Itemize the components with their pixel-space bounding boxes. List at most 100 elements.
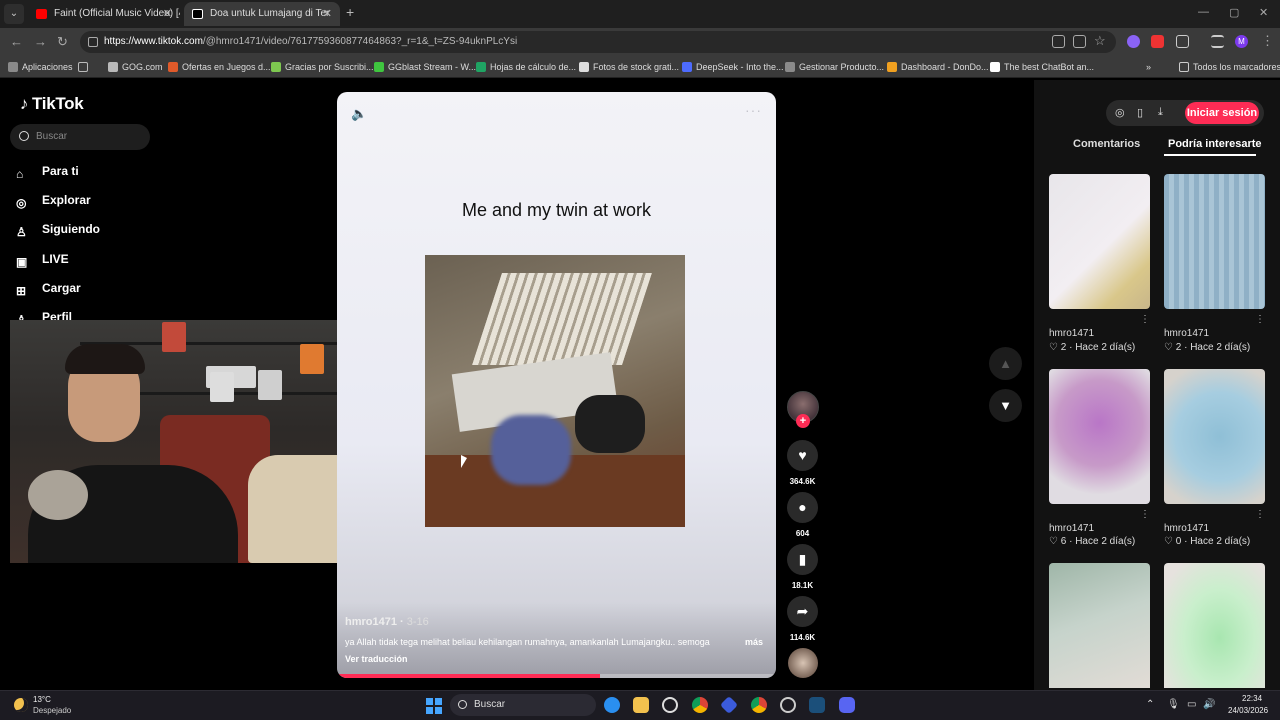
bookmark-item[interactable]: GGblast Stream - W... xyxy=(374,56,476,78)
edge-icon[interactable] xyxy=(604,697,620,713)
more-options-icon[interactable]: ⋮ xyxy=(1255,314,1265,325)
clock-date[interactable]: 24/03/2026 xyxy=(1228,706,1268,715)
windows-start-icon[interactable] xyxy=(426,698,442,714)
thumbnail-author[interactable]: hmro1471 xyxy=(1049,523,1094,534)
bookmark-item[interactable]: Hojas de cálculo de... xyxy=(476,56,576,78)
cast-icon[interactable] xyxy=(1073,35,1086,48)
sidebar-item-siguiendo[interactable]: ♙ Siguiendo xyxy=(16,219,100,239)
bookmark-item[interactable]: GOG.com xyxy=(108,56,163,78)
reload-icon[interactable]: ↻ xyxy=(57,34,68,50)
sidebar-item-cargar[interactable]: ⊞ Cargar xyxy=(16,278,81,298)
forward-icon[interactable]: → xyxy=(34,34,47,49)
suggested-video-thumbnail[interactable] xyxy=(1164,563,1265,688)
minimize-icon[interactable]: — xyxy=(1198,6,1209,18)
browser-menu-icon[interactable]: ⋮ xyxy=(1261,33,1274,49)
new-tab-button[interactable]: + xyxy=(346,4,354,20)
close-window-icon[interactable]: ✕ xyxy=(1259,6,1268,19)
tab-search-button[interactable]: ⌄ xyxy=(4,4,24,24)
coin-icon[interactable]: ◎ xyxy=(1115,106,1125,119)
chrome-profile-icon[interactable] xyxy=(751,697,767,713)
app-icon[interactable] xyxy=(662,697,678,713)
taskbar-search[interactable]: Buscar xyxy=(450,694,596,716)
clock-time[interactable]: 22:34 xyxy=(1242,694,1262,703)
bookmark-item[interactable]: Aplicaciones xyxy=(8,56,73,78)
phone-icon[interactable]: ▯ xyxy=(1137,106,1143,119)
search-input[interactable]: Buscar xyxy=(10,124,150,150)
thumbnail-author[interactable]: hmro1471 xyxy=(1049,328,1094,339)
more-options-icon[interactable]: ⋮ xyxy=(1140,314,1150,325)
comment-button[interactable]: ● xyxy=(787,492,818,523)
media-control-icon[interactable] xyxy=(1211,35,1224,48)
tab-comments[interactable]: Comentarios xyxy=(1073,138,1140,150)
profile-avatar-icon[interactable]: M xyxy=(1235,35,1248,48)
weather-temperature[interactable]: 13°C xyxy=(33,695,51,704)
more-options-icon[interactable]: ⋮ xyxy=(1140,509,1150,520)
volume-icon[interactable]: 🔈 xyxy=(351,106,367,122)
next-video-button[interactable]: ▼ xyxy=(989,389,1022,422)
moon-icon[interactable] xyxy=(14,698,28,712)
previous-video-button[interactable]: ▲ xyxy=(989,347,1022,380)
close-tab-icon[interactable]: ✕ xyxy=(163,2,172,26)
url-input[interactable]: https://www.tiktok.com/@hmro1471/video/7… xyxy=(80,31,1116,53)
microphone-icon[interactable]: 🎙 xyxy=(1167,699,1180,710)
tiktok-logo[interactable]: ♪ TikTok xyxy=(16,94,84,116)
extension-icon[interactable] xyxy=(1151,35,1164,48)
bookmark-item[interactable]: Gracias por Suscribi... xyxy=(271,56,374,78)
translate-icon[interactable] xyxy=(1052,35,1065,48)
bookmark-star-icon[interactable]: ☆ xyxy=(1094,33,1106,49)
sidebar-item-para-ti[interactable]: ⌂ Para ti xyxy=(16,161,79,181)
bookmark-item[interactable]: Fotos de stock grati... xyxy=(579,56,679,78)
file-explorer-icon[interactable] xyxy=(633,697,649,713)
apps-button[interactable] xyxy=(78,56,90,78)
bookmark-item[interactable]: Dashboard - DonDo... xyxy=(887,56,989,78)
bookmark-item[interactable]: Ofertas en Juegos d... xyxy=(168,56,271,78)
tab-title: Doa untuk Lumajang di Ter xyxy=(210,8,330,19)
extensions-puzzle-icon[interactable] xyxy=(1176,35,1189,48)
follow-button[interactable]: + xyxy=(796,414,810,428)
thumbnail-author[interactable]: hmro1471 xyxy=(1164,328,1209,339)
like-button[interactable]: ♥ xyxy=(787,440,818,471)
suggested-video-thumbnail[interactable] xyxy=(1049,369,1150,504)
translate-link[interactable]: Ver traducción xyxy=(345,654,408,664)
steam-icon[interactable] xyxy=(809,697,825,713)
all-bookmarks-button[interactable]: Todos los marcadores xyxy=(1179,56,1280,78)
weather-description[interactable]: Despejado xyxy=(33,706,71,715)
suggested-video-thumbnail[interactable] xyxy=(1164,369,1265,504)
video-author[interactable]: hmro1471 · 3-16 xyxy=(345,616,429,628)
sidebar-item-explorar[interactable]: ◎ Explorar xyxy=(16,190,91,210)
bookmarks-overflow-button[interactable]: » xyxy=(1146,56,1151,78)
login-button[interactable]: Iniciar sesión xyxy=(1185,102,1259,124)
app-icon[interactable] xyxy=(719,695,739,715)
suggested-video-thumbnail[interactable] xyxy=(1164,174,1265,309)
more-options-icon[interactable]: ··· xyxy=(745,102,762,118)
sidebar-item-live[interactable]: ▣ LIVE xyxy=(16,249,69,269)
tab-suggested[interactable]: Podría interesarte xyxy=(1168,138,1262,150)
discord-icon[interactable] xyxy=(839,697,855,713)
thumbnail-author[interactable]: hmro1471 xyxy=(1164,523,1209,534)
more-link[interactable]: más xyxy=(745,637,763,647)
site-info-icon[interactable] xyxy=(88,37,98,47)
suggested-video-thumbnail[interactable] xyxy=(1049,174,1150,309)
more-options-icon[interactable]: ⋮ xyxy=(1255,509,1265,520)
back-icon[interactable]: ← xyxy=(10,34,23,49)
music-disc[interactable] xyxy=(788,648,818,678)
network-icon[interactable]: ▭ xyxy=(1187,699,1196,710)
save-button[interactable]: ▮ xyxy=(787,544,818,575)
obs-icon[interactable] xyxy=(780,697,796,713)
browser-tab-youtube[interactable]: Faint (Official Music Video) [4K ✕ xyxy=(28,2,180,26)
bookmark-item[interactable]: Gestionar Producto... xyxy=(785,56,884,78)
bookmark-item[interactable]: DeepSeek - Into the... xyxy=(682,56,784,78)
chrome-icon[interactable] xyxy=(692,697,708,713)
tray-overflow-icon[interactable]: ⌃ xyxy=(1146,699,1154,710)
close-tab-icon[interactable]: ✕ xyxy=(323,2,332,26)
maximize-icon[interactable]: ▢ xyxy=(1229,6,1239,19)
browser-tab-tiktok[interactable]: Doa untuk Lumajang di Ter ✕ xyxy=(184,2,340,26)
video-progress-bar[interactable] xyxy=(337,674,776,678)
volume-icon[interactable]: 🔊 xyxy=(1203,699,1215,710)
suggested-video-thumbnail[interactable] xyxy=(1049,563,1150,688)
extension-icon[interactable] xyxy=(1127,35,1140,48)
bookmark-item[interactable]: The best ChatBot an... xyxy=(990,56,1094,78)
share-button[interactable]: ➦ xyxy=(787,596,818,627)
video-player[interactable]: 🔈 ··· Me and my twin at work hmro1471 · … xyxy=(337,92,776,678)
download-icon[interactable]: ⤓ xyxy=(1158,106,1163,119)
